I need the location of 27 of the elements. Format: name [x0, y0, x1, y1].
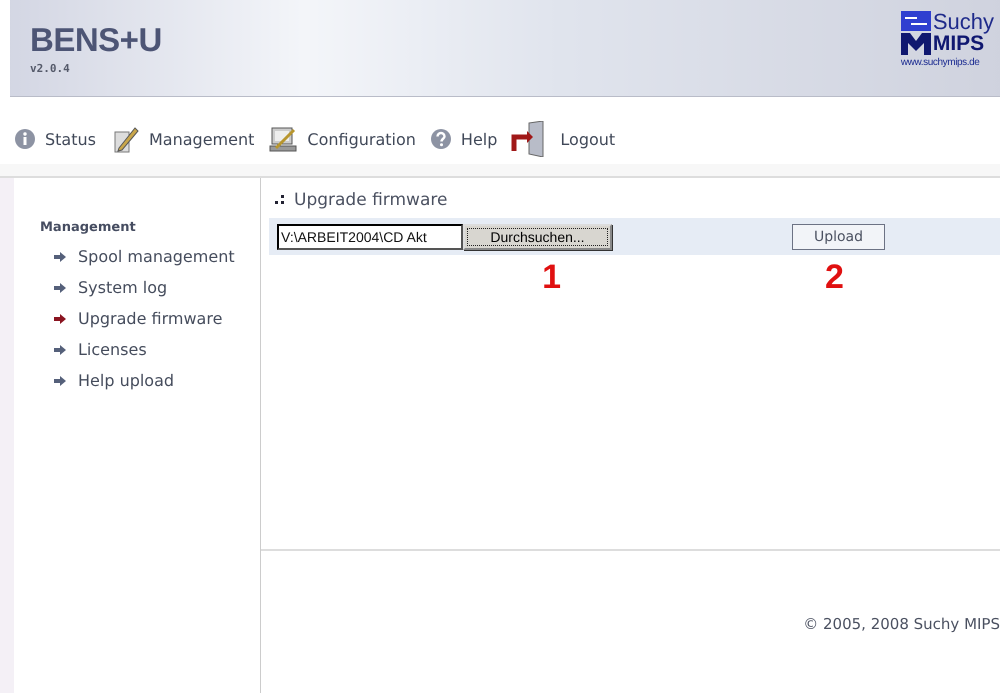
website-link[interactable]: www.suchymips.de — [900, 57, 994, 68]
sidebar-item[interactable]: Spool management — [40, 241, 260, 272]
step-number: 1 — [542, 257, 561, 298]
nav-link[interactable]: Status — [14, 128, 96, 150]
nav-link[interactable]: Logout — [511, 121, 616, 157]
product-name: BENS+U — [30, 22, 162, 58]
nav-link[interactable]: Help — [430, 128, 498, 150]
logo-text: Suchy — [932, 10, 994, 33]
file-path-field[interactable]: V:\ARBEIT2004\CD Akt — [277, 224, 463, 250]
logo-text: MIPS — [932, 33, 984, 55]
dots-icon — [275, 195, 287, 205]
upload-button[interactable]: Upload — [792, 224, 885, 250]
step-number: 2 — [825, 258, 844, 296]
copyright-text: © 2005, 2008 Suchy MIPS — [803, 615, 1000, 633]
sidebar-item[interactable]: Upgrade firmware — [40, 303, 260, 334]
section-title: Upgrade firmware — [294, 190, 448, 210]
sidebar-item[interactable]: Help upload — [40, 365, 260, 396]
sidebar-heading: Management — [40, 220, 137, 235]
sidebar-item[interactable]: System log — [40, 272, 260, 303]
info-icon — [14, 128, 36, 150]
nav-link[interactable]: Management — [110, 124, 254, 154]
nav-link[interactable]: Configuration — [268, 124, 416, 154]
browse-button[interactable]: Durchsuchen... — [463, 224, 612, 250]
help-icon — [430, 128, 452, 150]
sidebar-item[interactable]: Licenses — [40, 334, 260, 365]
logo-icon — [900, 10, 931, 54]
version-label: v2.0.4 — [30, 62, 71, 75]
